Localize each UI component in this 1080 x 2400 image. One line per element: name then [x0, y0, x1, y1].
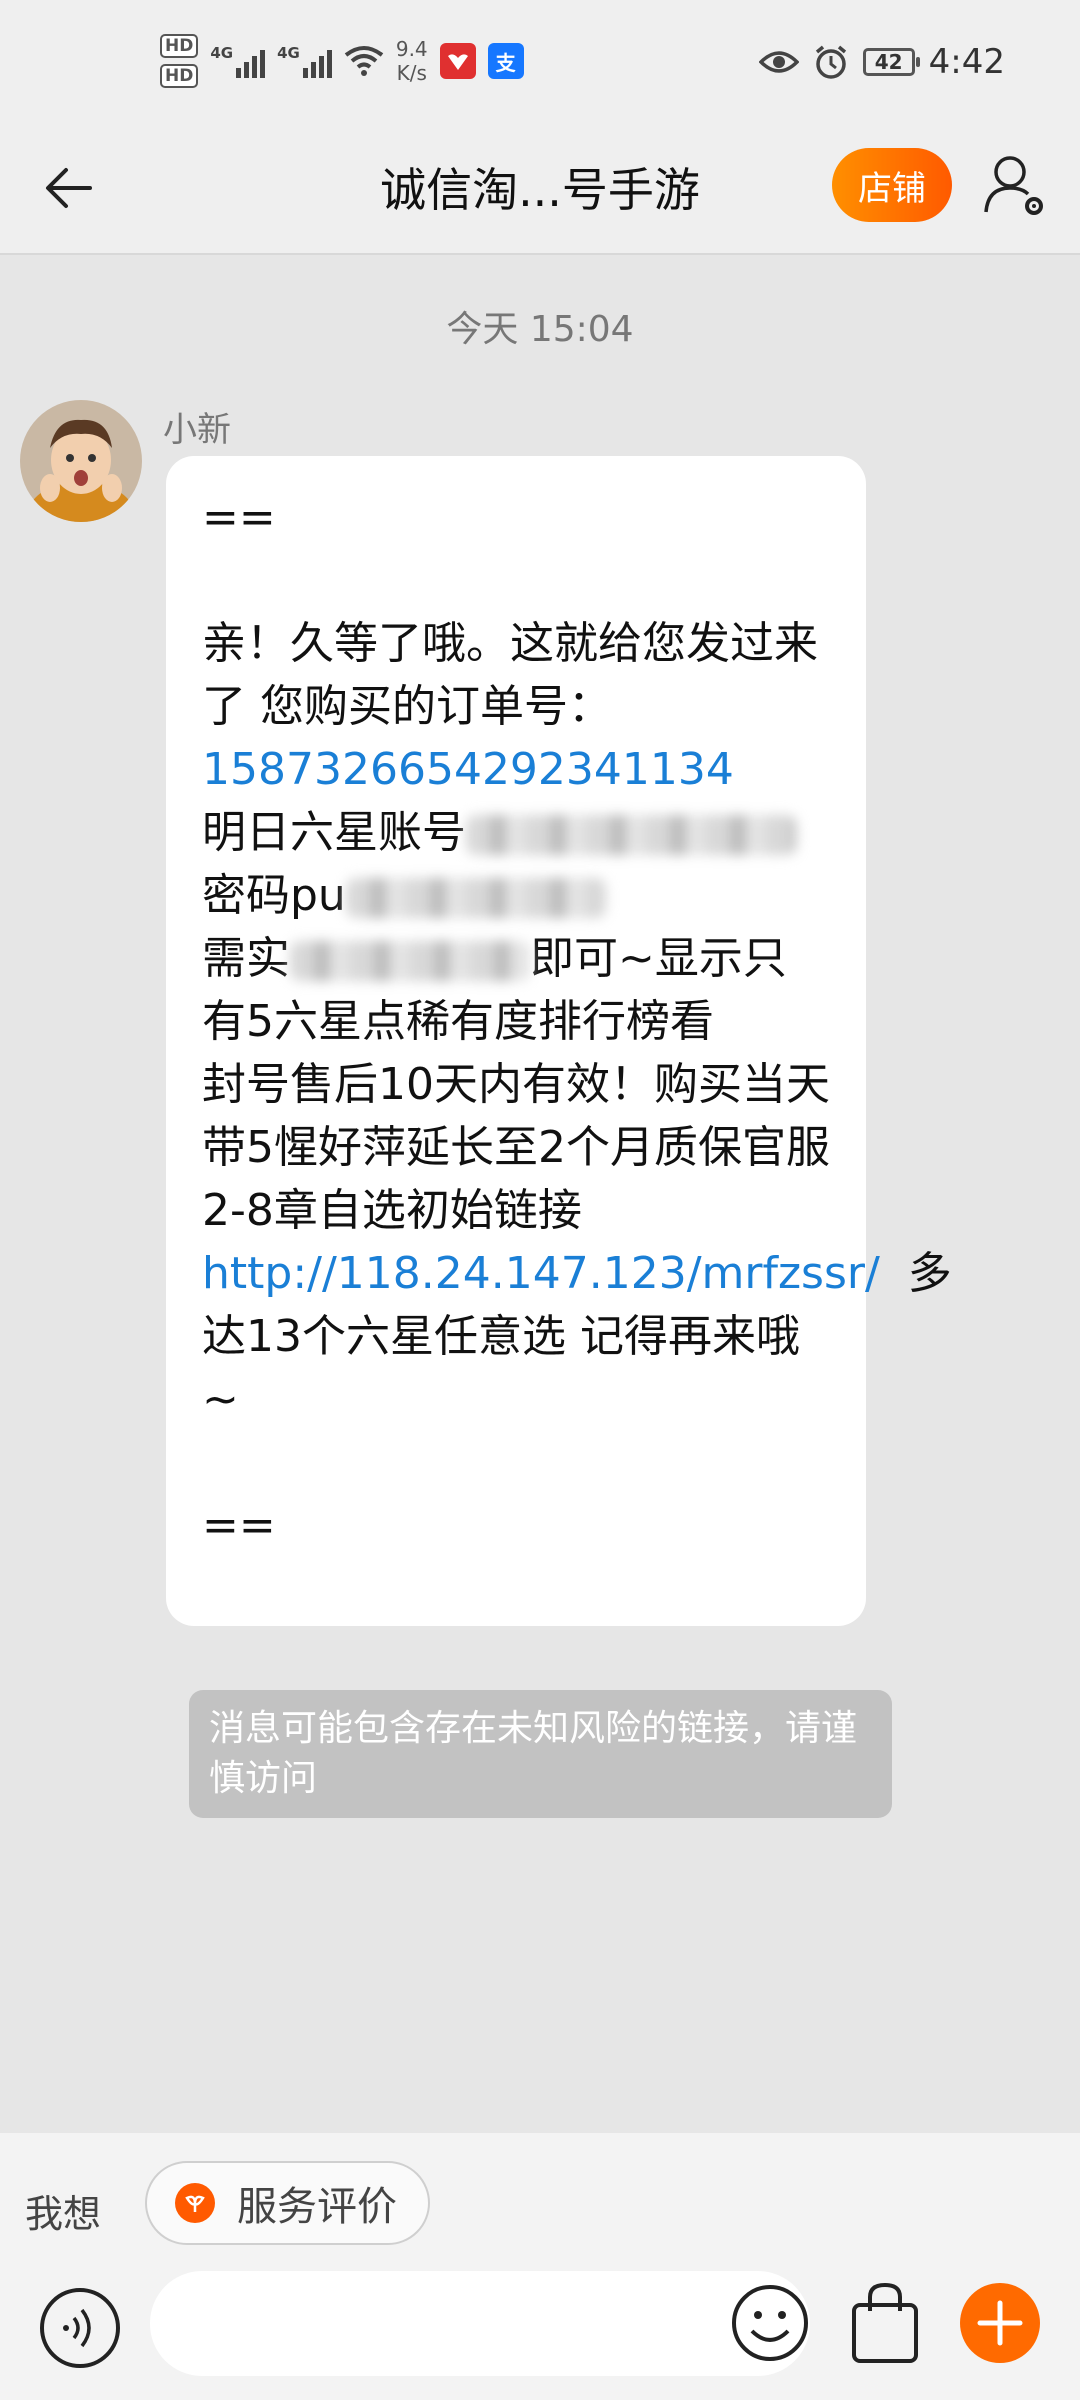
voice-input-button[interactable]	[40, 2288, 120, 2368]
notice-line: 需实 即可~显示只有5六星点稀有度排行榜看	[202, 933, 787, 1047]
account-line: 明日六星账号	[202, 801, 830, 864]
status-right: 42 4:42	[758, 42, 1005, 82]
emoji-icon[interactable]	[730, 2283, 810, 2363]
password-line: 密码pu	[202, 864, 830, 927]
sender-avatar[interactable]	[20, 400, 142, 522]
message-spacer	[202, 1431, 830, 1494]
warranty-text: 封号售后10天内有效！购买当天带5惺好萍延长至2个月质保官服2-8章自选初始链接	[202, 1059, 830, 1236]
voice-icon	[63, 2308, 91, 2348]
shopping-bag-icon[interactable]	[848, 2281, 922, 2365]
hd1-icon: HD	[160, 34, 199, 58]
download-link[interactable]: http://118.24.147.123/mrfzssr/	[202, 1248, 880, 1299]
service-rating-icon	[175, 2183, 215, 2223]
signal-sim1-icon: 4G	[210, 44, 266, 78]
status-bar: HD HD 4G 4G 9.4 K/s 支 42 4:42	[0, 0, 1080, 130]
plus-icon	[977, 2300, 1023, 2346]
alarm-icon	[815, 45, 846, 79]
shop-button[interactable]: 店铺	[832, 148, 952, 222]
quick-actions-bar: 我想 服务评价	[0, 2133, 1080, 2283]
status-left: HD HD 4G 4G 9.4 K/s 支	[160, 34, 524, 88]
link-risk-warning: 消息可能包含存在未知风险的链接，请谨慎访问	[189, 1690, 892, 1818]
message-timestamp: 今天 15:04	[446, 309, 634, 350]
huawei-store-icon	[439, 43, 476, 79]
message-divider-top: ==	[202, 492, 276, 543]
message-divider-bottom: ==	[202, 1500, 276, 1551]
alipay-icon: 支	[487, 43, 524, 79]
message-greeting: 亲！久等了哦。这就给您发过来了 您购买的订单号：	[202, 618, 818, 732]
message-input[interactable]	[150, 2271, 810, 2376]
network-speed: 9.4 K/s	[395, 37, 428, 85]
back-arrow-icon[interactable]	[40, 158, 100, 218]
redacted-account	[466, 815, 796, 855]
service-rating-button[interactable]: 服务评价	[145, 2161, 430, 2245]
input-bar	[0, 2271, 1080, 2400]
message-spacer	[202, 549, 830, 612]
message-bubble[interactable]: == 亲！久等了哦。这就给您发过来了 您购买的订单号： 158732665429…	[166, 456, 952, 1626]
service-rating-label: 服务评价	[237, 2184, 397, 2230]
sender-name: 小新	[163, 410, 231, 450]
hd-indicators: HD HD	[160, 34, 199, 88]
user-settings-icon[interactable]	[982, 150, 1052, 220]
status-time: 4:42	[928, 42, 1005, 82]
child-avatar-icon	[20, 400, 142, 522]
more-options-button[interactable]	[960, 2283, 1040, 2363]
wifi-icon	[344, 46, 384, 76]
redacted-notice	[290, 941, 530, 981]
battery-icon: 42	[862, 48, 920, 76]
order-number-link[interactable]: 1587326654292341134	[202, 744, 734, 795]
eye-comfort-icon	[758, 51, 799, 73]
redacted-password	[345, 878, 606, 918]
hd2-icon: HD	[160, 64, 199, 88]
chat-header: 诚信淘...号手游 店铺	[0, 130, 1080, 255]
signal-sim2-icon: 4G	[277, 44, 332, 78]
quick-actions-label: 我想	[25, 2192, 102, 2236]
